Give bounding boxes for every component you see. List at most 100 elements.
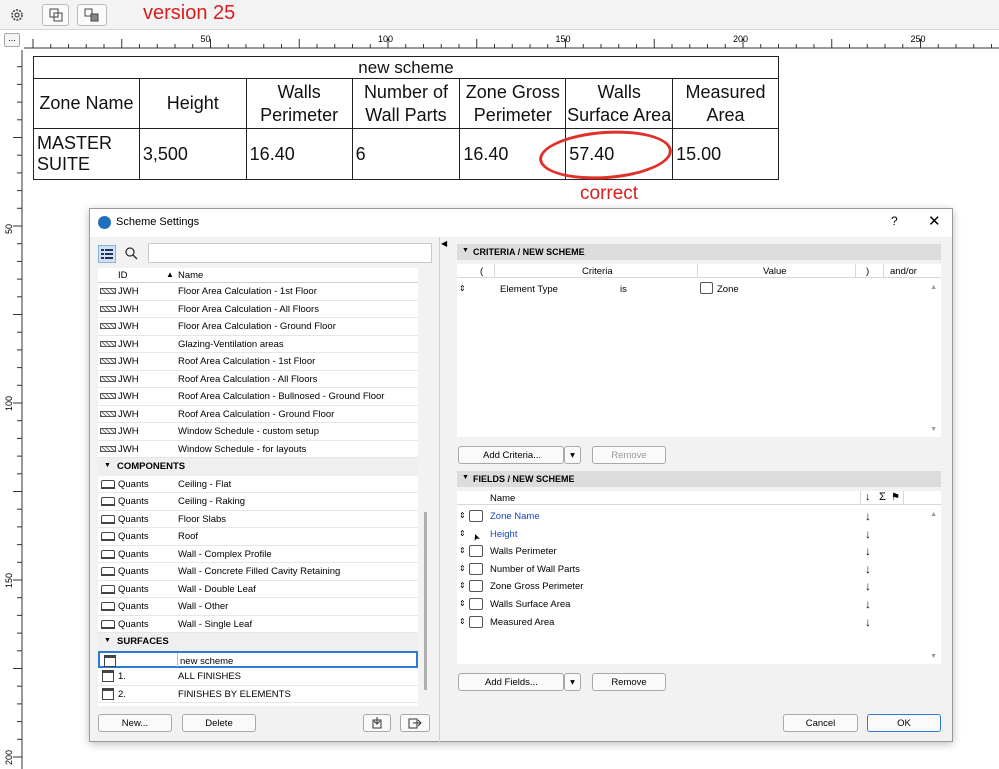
import-icon[interactable] [363, 714, 391, 732]
field-row[interactable]: ⇕ Number of Wall Parts ↓ [457, 561, 877, 579]
list-item[interactable]: 1. ALL FINISHES [98, 668, 418, 686]
reorder-handle-icon[interactable]: ⇕ [459, 529, 466, 538]
list-item[interactable]: JWH Roof Area Calculation - All Floors [98, 371, 418, 388]
list-item-id: 2. [118, 688, 126, 700]
ok-button[interactable]: OK [867, 714, 941, 732]
collapse-arrow-icon[interactable]: ◀ [441, 239, 447, 248]
sort-down-icon[interactable]: ↓ [865, 615, 871, 629]
sort-down-icon[interactable]: ↓ [865, 579, 871, 593]
list-item-id: JWH [118, 321, 139, 332]
list-item[interactable]: Quants Roof [98, 528, 418, 546]
group-components[interactable]: ▼ COMPONENTS [98, 458, 418, 476]
remove-fields-button[interactable]: Remove [592, 673, 666, 691]
close-icon[interactable]: ✕ [928, 212, 941, 230]
transfer-icon[interactable] [77, 4, 107, 26]
list-item[interactable]: Quants Ceiling - Raking [98, 493, 418, 511]
field-row[interactable]: ⇕ Walls Perimeter ↓ [457, 543, 877, 561]
ruler-label: 250 [911, 34, 926, 44]
export-icon[interactable] [400, 714, 430, 732]
col-header-id[interactable]: ID [118, 270, 128, 281]
delete-button[interactable]: Delete [182, 714, 256, 732]
gear-icon[interactable] [5, 4, 29, 26]
id-edit-box[interactable] [119, 652, 178, 667]
list-item[interactable]: Quants Wall - Other [98, 598, 418, 616]
list-item[interactable]: Quants Ceiling - Flat [98, 476, 418, 493]
list-item-name: Wall - Complex Profile [178, 548, 272, 560]
fields-section-header[interactable]: ▼ FIELDS / NEW SCHEME [457, 471, 941, 487]
list-item[interactable]: 2. FINISHES BY ELEMENTS [98, 686, 418, 703]
field-name: Walls Surface Area [490, 599, 571, 610]
scroll-up-icon[interactable]: ▲ [930, 284, 937, 291]
list-item[interactable]: JWH Floor Area Calculation - Ground Floor [98, 318, 418, 336]
list-item[interactable]: new scheme [98, 650, 418, 668]
scroll-down-icon[interactable]: ▼ [930, 653, 937, 660]
chevron-down-icon[interactable]: ▾ [564, 446, 581, 464]
sort-down-icon[interactable]: ↓ [865, 562, 871, 576]
list-view-icon[interactable] [98, 245, 116, 263]
criteria-row[interactable]: ⇕ Element Type is Zone [457, 281, 917, 299]
criteria-element-type[interactable]: Element Type [500, 284, 558, 295]
list-item[interactable]: Quants Floor Slabs [98, 511, 418, 528]
criteria-operator[interactable]: is [620, 284, 627, 295]
reorder-handle-icon[interactable]: ⇕ [459, 581, 466, 590]
col-criteria: Criteria [582, 266, 613, 277]
sort-down-icon[interactable]: ↓ [865, 527, 871, 541]
list-item[interactable]: JWH Floor Area Calculation - 1st Floor [98, 283, 418, 301]
new-button[interactable]: New... [98, 714, 172, 732]
list-item[interactable]: JWH Window Schedule - custom setup [98, 423, 418, 441]
help-icon[interactable]: ? [891, 214, 898, 228]
list-item[interactable]: JWH Floor Area Calculation - All Floors [98, 301, 418, 318]
field-row[interactable]: ⇕ Zone Name ↓ [457, 508, 877, 526]
criteria-section-title: CRITERIA / NEW SCHEME [473, 247, 585, 257]
list-item[interactable]: Quants Wall - Complex Profile [98, 546, 418, 563]
select-icon[interactable] [42, 4, 69, 26]
field-row[interactable]: ⇕ Measured Area ↓ [457, 614, 877, 632]
list-item[interactable]: Quants Wall - Double Leaf [98, 581, 418, 598]
criteria-table: ( Criteria Value ) and/or ⇕ Element Type… [457, 264, 941, 437]
panel-splitter[interactable] [439, 237, 440, 742]
search-input[interactable] [148, 243, 432, 263]
reorder-handle-icon[interactable]: ⇕ [459, 564, 466, 573]
reorder-handle-icon[interactable]: ⇕ [459, 284, 466, 293]
scheme-list[interactable]: ID ▲ Name JWH Floor Area Calculation - 1s… [98, 268, 418, 706]
list-item[interactable]: JWH Glazing-Ventilation areas [98, 336, 418, 353]
col-header-name[interactable]: Name [178, 270, 203, 281]
field-row[interactable]: ⇕ Walls Surface Area ↓ [457, 596, 877, 614]
field-name: Number of Wall Parts [490, 563, 580, 575]
group-surfaces[interactable]: ▼ SURFACES [98, 633, 418, 651]
schedule-icon [100, 358, 116, 364]
scroll-up-icon[interactable]: ▲ [930, 511, 937, 518]
search-icon[interactable] [124, 246, 138, 263]
reorder-handle-icon[interactable]: ⇕ [459, 511, 466, 520]
list-item[interactable]: JWH Roof Area Calculation - Bullnosed - G… [98, 388, 418, 406]
criteria-value[interactable]: Zone [717, 284, 739, 295]
field-row[interactable]: ⇕ ➤ Height ↓ [457, 526, 877, 544]
chevron-down-icon[interactable]: ▾ [564, 673, 581, 691]
remove-criteria-button[interactable]: Remove [592, 446, 666, 464]
sort-down-icon[interactable]: ↓ [865, 597, 871, 611]
reorder-handle-icon[interactable]: ⇕ [459, 617, 466, 626]
cancel-button[interactable]: Cancel [783, 714, 858, 732]
scroll-down-icon[interactable]: ▼ [930, 426, 937, 433]
add-criteria-button[interactable]: Add Criteria... [458, 446, 564, 464]
list-item[interactable]: Quants Wall - Single Leaf [98, 616, 418, 633]
list-item[interactable]: JWH Window Schedule - for layouts [98, 441, 418, 458]
reorder-handle-icon[interactable]: ⇕ [459, 599, 466, 608]
list-item[interactable]: JWH Roof Area Calculation - Ground Floor [98, 406, 418, 423]
fields-section-title: FIELDS / NEW SCHEME [473, 474, 575, 484]
list-item[interactable]: JWH Roof Area Calculation - 1st Floor [98, 353, 418, 371]
schedule-icon [100, 323, 116, 329]
ruler-menu-button[interactable]: ... [4, 33, 20, 47]
sum-icon: Σ [879, 491, 886, 503]
criteria-section-header[interactable]: ▼ CRITERIA / NEW SCHEME [457, 244, 941, 260]
sort-down-icon[interactable]: ↓ [865, 509, 871, 523]
list-scrollbar[interactable] [424, 512, 427, 690]
add-fields-button[interactable]: Add Fields... [458, 673, 564, 691]
list-item-id: Quants [118, 531, 149, 542]
field-name: Measured Area [490, 616, 555, 628]
field-row[interactable]: ⇕ Zone Gross Perimeter ↓ [457, 578, 877, 596]
reorder-handle-icon[interactable]: ⇕ [459, 546, 466, 555]
quantity-icon [101, 532, 115, 541]
sort-down-icon[interactable]: ↓ [865, 544, 871, 558]
list-item[interactable]: Quants Wall - Concrete Filled Cavity Reta… [98, 563, 418, 581]
